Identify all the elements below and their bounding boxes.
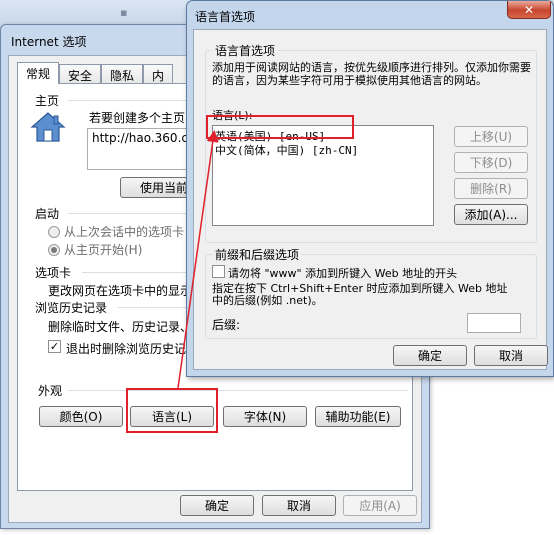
languages-button-highlight (126, 388, 218, 433)
radio-indicator (48, 225, 60, 238)
tab-privacy[interactable]: 隐私 (101, 64, 144, 84)
suffix-label: 后缀: (212, 318, 241, 332)
delete-history-on-exit-label: 退出时删除浏览历史记 (66, 342, 187, 356)
dialog-body: 语言首选项 添加用于阅读网站的语言，按优先级顺序进行排列。仅添加你需要的语言，因… (193, 29, 548, 370)
tabs-section-desc: 更改网页在选项卡中的显示 (48, 284, 193, 298)
prefix-suffix-group: 前缀和后缀选项 请勿将 "www" 添加到所键入 Web 地址的开头 指定在按下… (205, 246, 537, 339)
history-desc: 删除临时文件、历史记录、 (48, 320, 193, 334)
background-ghost-glyph: ▪ (120, 6, 128, 19)
radio-label: 从主页开始(H) (64, 243, 143, 257)
language-preference-dialog: 语言首选项 ✕ 语言首选项 添加用于阅读网站的语言，按优先级顺序进行排列。仅添加… (186, 0, 554, 377)
delete-history-on-exit-checkbox[interactable]: ✓ (48, 340, 61, 353)
close-icon: ✕ (523, 2, 535, 17)
history-label: 浏览历史记录 (35, 301, 108, 315)
startup-home-page-radio[interactable]: 从主页开始(H) (48, 241, 142, 258)
home-page-desc: 若要创建多个主页 (89, 111, 186, 125)
group-title: 语言首选项 (212, 42, 279, 59)
close-button[interactable]: ✕ (507, 1, 551, 19)
radio-label: 从上次会话中的选项卡 (64, 225, 185, 239)
no-www-label: 请勿将 "www" 添加到所键入 Web 地址的开头 (228, 267, 458, 280)
move-down-button[interactable]: 下移(D) (454, 152, 528, 173)
suffix-desc: 指定在按下 Ctrl+Shift+Enter 时应添加到所键入 Web 地址中的… (212, 282, 508, 307)
colors-button[interactable]: 颜色(O) (39, 406, 123, 427)
radio-indicator (48, 243, 60, 256)
startup-label: 启动 (35, 207, 60, 221)
divider (68, 390, 408, 391)
dialog-ok-button[interactable]: 确定 (393, 345, 467, 366)
tabs-section-label: 选项卡 (35, 266, 72, 280)
tab-general[interactable]: 常规 (17, 62, 60, 84)
no-www-checkbox[interactable] (212, 265, 225, 278)
cancel-button[interactable]: 取消 (262, 495, 336, 516)
language-desc: 添加用于阅读网站的语言，按优先级顺序进行排列。仅添加你需要的语言，因为某些字符可… (212, 61, 531, 87)
tab-security[interactable]: 安全 (59, 64, 102, 84)
home-page-label: 主页 (35, 94, 60, 108)
move-up-button[interactable]: 上移(U) (454, 126, 528, 147)
language-preference-group: 语言首选项 添加用于阅读网站的语言，按优先级顺序进行排列。仅添加你需要的语言，因… (205, 42, 537, 243)
remove-button[interactable]: 删除(R) (454, 178, 528, 199)
startup-last-session-radio[interactable]: 从上次会话中的选项卡 (48, 223, 184, 240)
language-list[interactable]: 英语(美国) [en-US] 中文(简体，中国) [zh-CN] (212, 125, 434, 226)
add-language-button[interactable]: 添加(A)... (454, 204, 528, 225)
list-item[interactable]: 中文(简体，中国) [zh-CN] (215, 142, 358, 158)
dialog-title: 语言首选项 (195, 10, 256, 24)
suffix-input[interactable] (467, 313, 521, 333)
checkmark-icon: ✓ (49, 340, 60, 353)
fonts-button[interactable]: 字体(N) (223, 406, 307, 427)
ok-button[interactable]: 确定 (180, 495, 254, 516)
dialog-cancel-button[interactable]: 取消 (474, 345, 548, 366)
window-title: Internet 选项 (11, 35, 87, 49)
accessibility-button[interactable]: 辅助功能(E) (315, 406, 401, 427)
tab-content[interactable]: 内 (143, 64, 174, 84)
en-us-highlight (206, 115, 354, 139)
tab-strip: 常规 安全 隐私 内 (17, 62, 174, 84)
apply-button[interactable]: 应用(A) (343, 495, 417, 516)
group-title: 前缀和后缀选项 (212, 246, 303, 263)
house-icon (30, 112, 66, 142)
appearance-label: 外观 (38, 384, 63, 398)
